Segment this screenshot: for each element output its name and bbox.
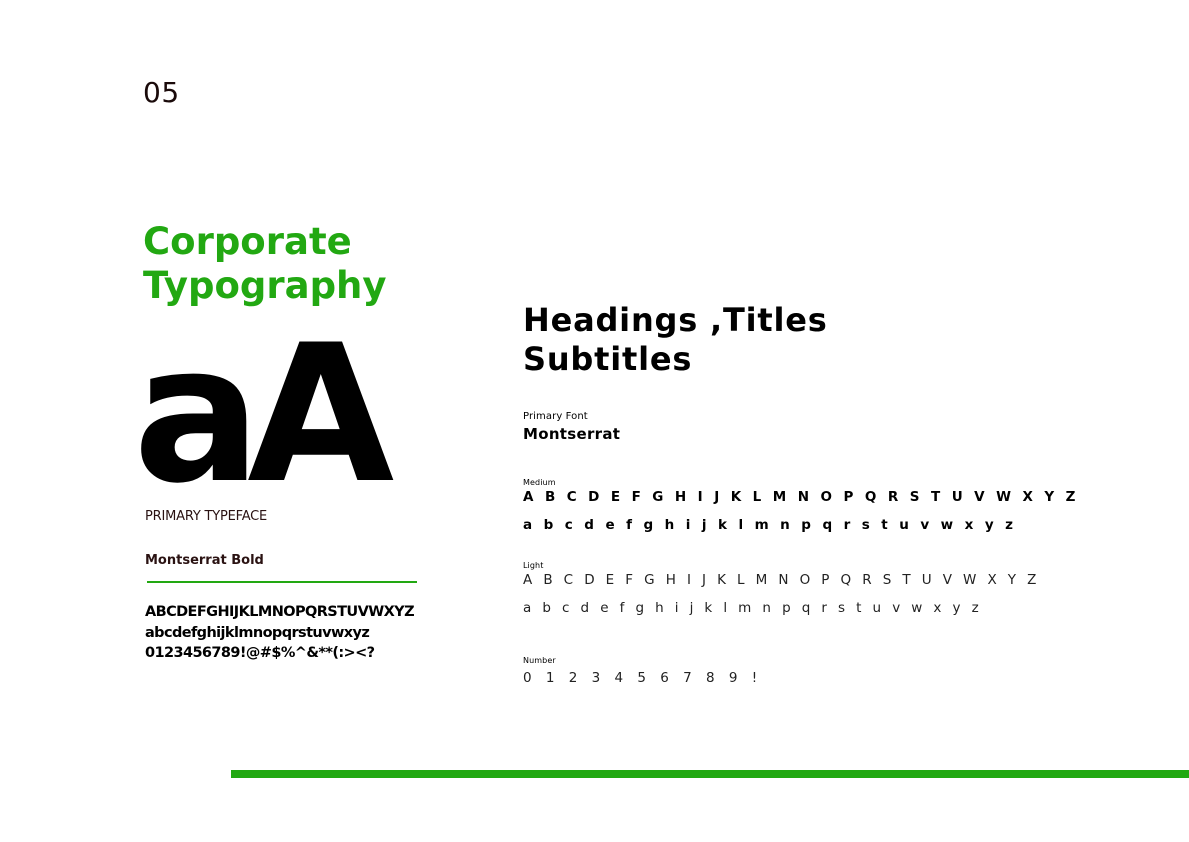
number-row: 0 1 2 3 4 5 6 7 8 9 ! [523,670,763,686]
typeface-name: Montserrat Bold [145,553,264,568]
medium-uppercase-row: A B C D E F G H I J K L M N O P Q R S T … [523,489,1079,505]
headings-title-line2: Subtitles [523,340,693,378]
section-title-line2: Typography [143,264,387,307]
light-lowercase-row: a b c d e f g h i j k l m n p q r s t u … [523,600,983,616]
primary-typeface-label: PRIMARY TYPEFACE [145,509,268,524]
primary-font-name: Montserrat [523,425,621,443]
section-title-line1: Corporate [143,220,352,263]
light-weight-label: Light [523,561,544,570]
medium-lowercase-row: a b c d e f g h i j k l m n p q r s t u … [523,517,1017,533]
divider-long [231,770,1189,778]
light-uppercase-row: A B C D E F G H I J K L M N O P Q R S T … [523,572,1040,588]
headings-title-line1: Headings ,Titles [523,301,828,339]
headings-title: Headings ,Titles Subtitles [523,301,943,379]
glyph-lowercase: abcdefghijklmnopqrstuvwxyz [145,624,370,641]
glyph-uppercase: ABCDEFGHIJKLMNOPQRSTUVWXYZ [145,604,415,620]
primary-font-label: Primary Font [523,411,588,422]
divider-short [147,581,417,583]
typeface-specimen: aA [133,304,394,525]
number-label: Number [523,656,556,665]
section-title: Corporate Typography [143,220,463,308]
glyph-set: ABCDEFGHIJKLMNOPQRSTUVWXYZ abcdefghijklm… [145,602,415,664]
medium-weight-label: Medium [523,478,556,487]
page-number: 05 [143,76,180,109]
glyph-symbols: 0123456789!@#$%^&**(:><? [145,645,375,661]
